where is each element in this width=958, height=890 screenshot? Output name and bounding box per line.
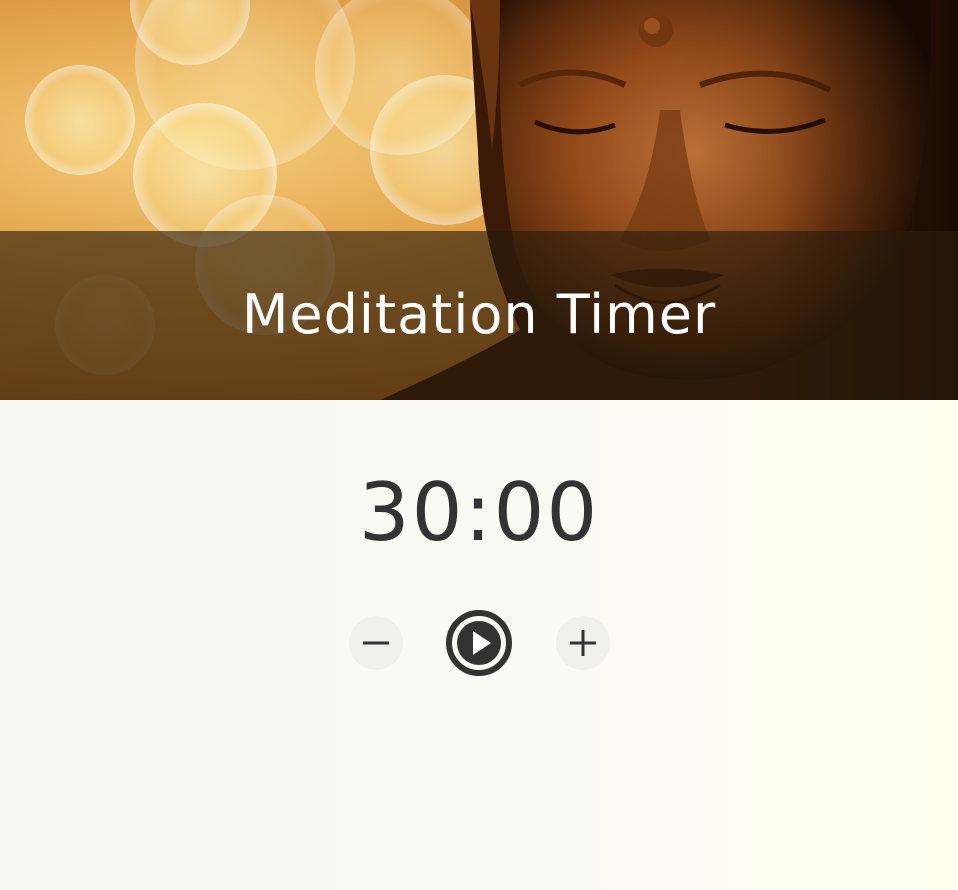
- play-button[interactable]: [444, 608, 514, 678]
- play-circle-icon: [446, 610, 512, 676]
- hero-image: Meditation Timer: [0, 0, 958, 400]
- increase-time-button[interactable]: [556, 616, 610, 670]
- plus-icon: [570, 630, 596, 656]
- timer-controls: [0, 606, 958, 680]
- title-banner: Meditation Timer: [0, 231, 958, 400]
- minus-icon: [363, 641, 389, 645]
- page-title: Meditation Timer: [241, 283, 717, 346]
- decrease-time-button[interactable]: [349, 616, 403, 670]
- timer-display: 30:00: [358, 466, 600, 559]
